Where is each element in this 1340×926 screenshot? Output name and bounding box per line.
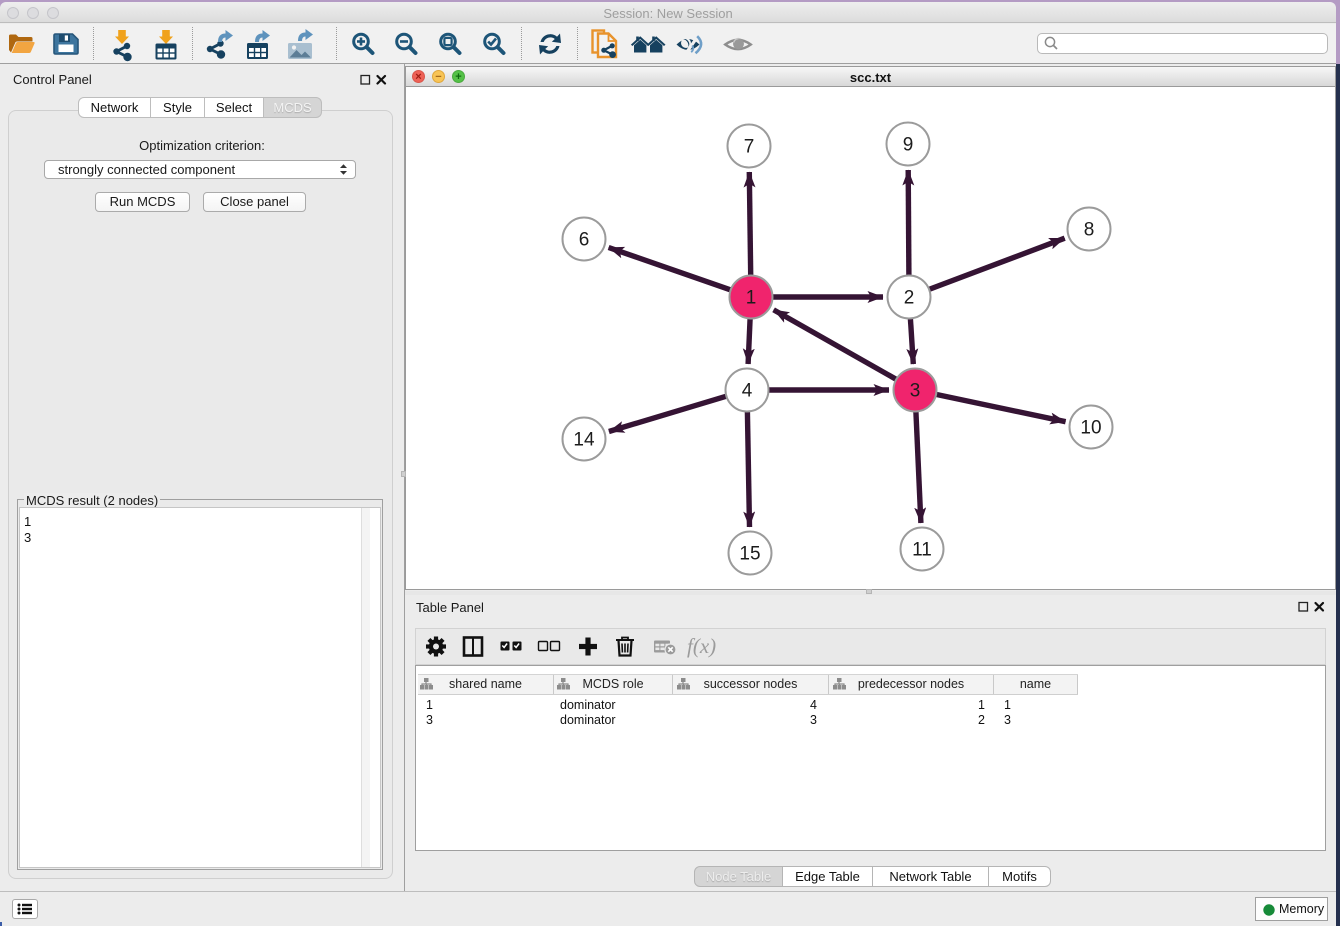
- svg-text:6: 6: [579, 230, 590, 251]
- svg-text:8: 8: [1084, 220, 1095, 241]
- svg-text:14: 14: [573, 430, 595, 451]
- svg-text:f(x): f(x): [687, 634, 716, 658]
- svg-text:1: 1: [746, 288, 757, 309]
- svg-text:7: 7: [744, 137, 755, 158]
- svg-text:11: 11: [912, 540, 932, 561]
- svg-text:10: 10: [1080, 418, 1101, 439]
- svg-text:9: 9: [903, 135, 914, 156]
- svg-text:2: 2: [904, 288, 915, 309]
- svg-text:15: 15: [739, 544, 760, 565]
- svg-text:4: 4: [742, 381, 753, 402]
- svg-text:3: 3: [910, 381, 921, 402]
